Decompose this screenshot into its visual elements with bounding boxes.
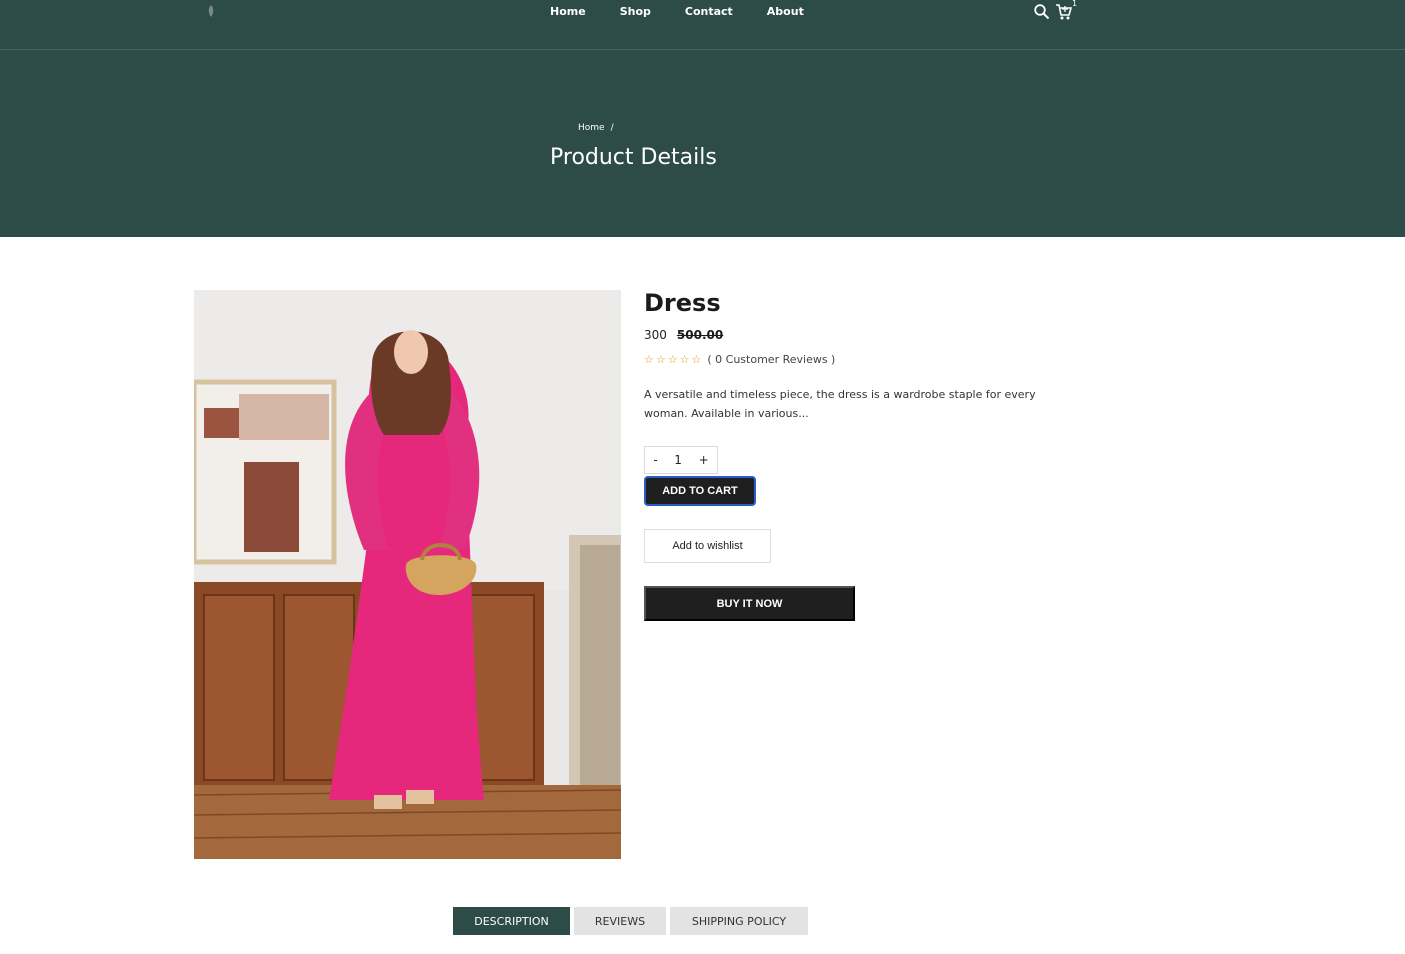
breadcrumb-home[interactable]: Home	[578, 123, 605, 133]
product-image	[194, 290, 621, 859]
nav-home[interactable]: Home	[550, 6, 586, 18]
tab-description[interactable]: DESCRIPTION	[453, 907, 570, 935]
current-price: 300	[644, 328, 667, 342]
buy-now-button[interactable]: BUY IT NOW	[644, 586, 855, 621]
page-title: Product Details	[550, 145, 717, 170]
quantity-value[interactable]: 1	[674, 453, 682, 467]
old-price: 500.00	[676, 328, 724, 342]
main-menu: Home Shop Contact About	[550, 6, 838, 18]
breadcrumb: Home /	[578, 123, 614, 133]
tab-reviews[interactable]: REVIEWS	[574, 907, 666, 935]
star-icon: ☆	[667, 352, 678, 366]
product-name: Dress	[644, 289, 721, 317]
add-to-wishlist-button[interactable]: Add to wishlist	[644, 529, 771, 563]
nav-contact[interactable]: Contact	[685, 6, 733, 18]
tab-shipping-policy[interactable]: SHIPPING POLICY	[670, 907, 808, 935]
nav-about[interactable]: About	[767, 6, 804, 18]
star-icon: ☆	[644, 352, 654, 366]
star-icon: ☆	[691, 352, 702, 366]
rating-stars: ☆ ☆ ☆ ☆ ☆	[644, 352, 702, 366]
nav-shop[interactable]: Shop	[620, 6, 651, 18]
reviews-count[interactable]: ( 0 Customer Reviews )	[707, 353, 835, 366]
product-description: A versatile and timeless piece, the dres…	[644, 388, 1036, 420]
product-price: 300 500.00	[644, 328, 723, 342]
add-to-cart-button[interactable]: ADD TO CART	[644, 476, 756, 506]
product-photo	[194, 290, 621, 859]
product-tabs: DESCRIPTION REVIEWS SHIPPING POLICY	[453, 907, 812, 935]
cart-count-badge: 1	[1072, 0, 1078, 8]
star-icon: ☆	[655, 352, 666, 366]
decrease-button[interactable]: -	[653, 453, 657, 467]
increase-button[interactable]: +	[699, 453, 709, 467]
product-rating: ☆ ☆ ☆ ☆ ☆ ( 0 Customer Reviews )	[644, 353, 835, 366]
search-icon[interactable]	[1033, 3, 1051, 21]
nav-icons	[1033, 3, 1077, 21]
hero-banner: Home Shop Contact About 1 Home / Product…	[0, 0, 1405, 237]
logo-icon[interactable]	[204, 4, 218, 18]
quantity-stepper: - 1 +	[644, 446, 718, 474]
breadcrumb-separator: /	[610, 123, 614, 133]
cart-icon[interactable]	[1055, 3, 1073, 21]
star-icon: ☆	[679, 352, 690, 366]
top-navbar: Home Shop Contact About 1	[0, 0, 1405, 50]
